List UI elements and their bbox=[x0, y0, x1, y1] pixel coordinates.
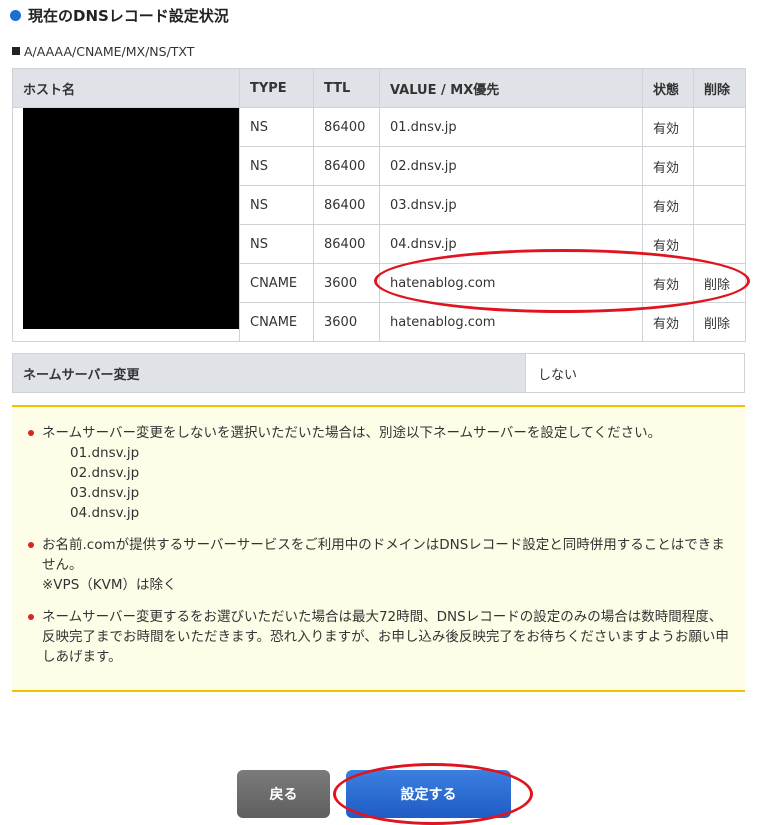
table-row: NS 86400 01.dnsv.jp 有効 bbox=[12, 107, 746, 342]
nameserver-change-row: ネームサーバー変更 しない bbox=[12, 353, 745, 393]
record-type: NS bbox=[239, 185, 314, 225]
record-status: 有効 bbox=[642, 107, 694, 147]
section-title: 現在のDNSレコード設定状況 bbox=[10, 4, 229, 26]
column-header-ttl: TTL bbox=[313, 68, 380, 108]
record-delete bbox=[693, 185, 746, 225]
nameserver-item: 04.dnsv.jp bbox=[70, 505, 140, 521]
record-ttl: 86400 bbox=[313, 107, 380, 147]
notice-text: ネームサーバー変更するをお選びいただいた場合は最大72時間、DNSレコードの設定… bbox=[42, 609, 729, 665]
record-status: 有効 bbox=[642, 224, 694, 264]
dns-record-table: ホスト名 TYPE TTL VALUE / MX優先 状態 削除 NS 8640… bbox=[12, 68, 746, 342]
column-header-delete: 削除 bbox=[693, 68, 746, 108]
column-header-type: TYPE bbox=[239, 68, 314, 108]
notice-box: ネームサーバー変更をしないを選択いただいた場合は、別途以下ネームサーバーを設定し… bbox=[12, 405, 745, 692]
record-type: NS bbox=[239, 224, 314, 264]
page-title: 現在のDNSレコード設定状況 bbox=[28, 6, 229, 25]
column-header-value: VALUE / MX優先 bbox=[379, 68, 643, 108]
nameserver-change-label: ネームサーバー変更 bbox=[13, 354, 526, 392]
record-type: NS bbox=[239, 107, 314, 147]
nameserver-item: 02.dnsv.jp bbox=[70, 465, 140, 481]
back-button[interactable]: 戻る bbox=[237, 770, 330, 818]
record-types-label: A/AAAA/CNAME/MX/NS/TXT bbox=[12, 42, 194, 60]
record-value: hatenablog.com bbox=[379, 263, 643, 303]
notice-note: ※VPS（KVM）は除く bbox=[42, 577, 177, 593]
notice-text: ネームサーバー変更をしないを選択いただいた場合は、別途以下ネームサーバーを設定し… bbox=[42, 425, 662, 441]
record-status: 有効 bbox=[642, 146, 694, 186]
record-value: hatenablog.com bbox=[379, 302, 643, 342]
record-type: CNAME bbox=[239, 302, 314, 342]
delete-link[interactable]: 削除 bbox=[693, 302, 746, 342]
red-bullet-icon bbox=[28, 614, 34, 620]
column-header-host: ホスト名 bbox=[12, 68, 240, 108]
record-status: 有効 bbox=[642, 185, 694, 225]
notice-item: ネームサーバー変更するをお選びいただいた場合は最大72時間、DNSレコードの設定… bbox=[26, 607, 731, 667]
notice-item: ネームサーバー変更をしないを選択いただいた場合は、別途以下ネームサーバーを設定し… bbox=[26, 423, 731, 523]
submit-button[interactable]: 設定する bbox=[346, 770, 511, 818]
nameserver-item: 01.dnsv.jp bbox=[70, 445, 140, 461]
record-value: 04.dnsv.jp bbox=[379, 224, 643, 264]
nameserver-item: 03.dnsv.jp bbox=[70, 485, 140, 501]
column-header-status: 状態 bbox=[642, 68, 694, 108]
record-value: 02.dnsv.jp bbox=[379, 146, 643, 186]
record-ttl: 86400 bbox=[313, 224, 380, 264]
record-value: 03.dnsv.jp bbox=[379, 185, 643, 225]
record-delete bbox=[693, 224, 746, 264]
record-ttl: 3600 bbox=[313, 302, 380, 342]
red-bullet-icon bbox=[28, 430, 34, 436]
record-value: 01.dnsv.jp bbox=[379, 107, 643, 147]
host-cell bbox=[12, 107, 240, 342]
nameserver-change-value: しない bbox=[538, 367, 578, 383]
record-ttl: 86400 bbox=[313, 146, 380, 186]
record-delete bbox=[693, 146, 746, 186]
record-ttl: 86400 bbox=[313, 185, 380, 225]
record-type: NS bbox=[239, 146, 314, 186]
delete-link[interactable]: 削除 bbox=[693, 263, 746, 303]
table-header-row: ホスト名 TYPE TTL VALUE / MX優先 状態 削除 bbox=[12, 68, 746, 108]
record-type: CNAME bbox=[239, 263, 314, 303]
record-status: 有効 bbox=[642, 302, 694, 342]
record-status: 有効 bbox=[642, 263, 694, 303]
record-delete bbox=[693, 107, 746, 147]
redacted-host-block bbox=[23, 108, 239, 329]
record-types-text: A/AAAA/CNAME/MX/NS/TXT bbox=[24, 43, 195, 59]
nameserver-list: 01.dnsv.jp 02.dnsv.jp 03.dnsv.jp 04.dnsv… bbox=[42, 443, 731, 523]
record-ttl: 3600 bbox=[313, 263, 380, 303]
red-bullet-icon bbox=[28, 542, 34, 548]
square-bullet-icon bbox=[12, 47, 20, 55]
notice-text: お名前.comが提供するサーバーサービスをご利用中のドメインはDNSレコード設定… bbox=[42, 537, 725, 573]
bullet-dot-icon bbox=[10, 9, 21, 21]
notice-item: お名前.comが提供するサーバーサービスをご利用中のドメインはDNSレコード設定… bbox=[26, 535, 731, 595]
